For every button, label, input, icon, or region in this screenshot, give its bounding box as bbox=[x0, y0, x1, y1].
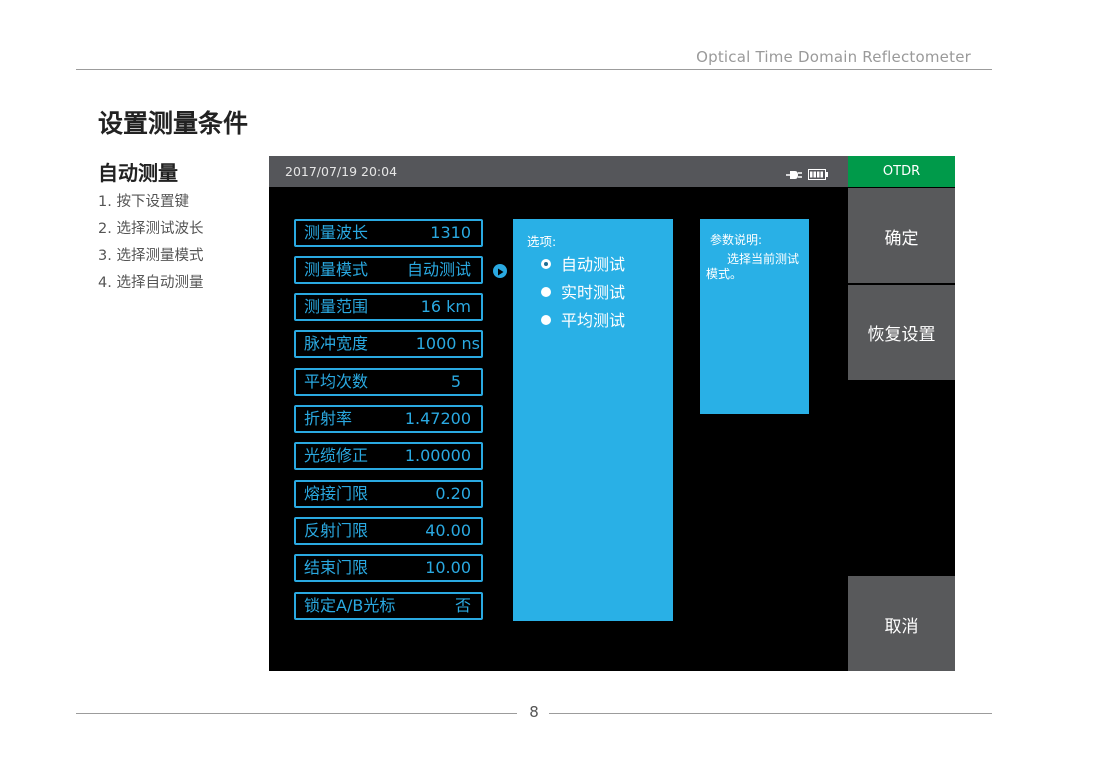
device-screen: 2017/07/19 20:04 OTDR 测量波长 1310 测量模式 自动测… bbox=[269, 156, 955, 671]
options-panel: 选项: 自动测试 实时测试 平均测试 bbox=[513, 219, 673, 621]
param-label: 锁定A/B光标 bbox=[304, 596, 396, 615]
param-wavelength[interactable]: 测量波长 1310 bbox=[294, 219, 483, 247]
param-value: 0.20 bbox=[435, 484, 471, 503]
param-measure-mode[interactable]: 测量模式 自动测试 bbox=[294, 256, 483, 284]
param-label: 反射门限 bbox=[304, 521, 369, 540]
option-label: 自动测试 bbox=[561, 255, 626, 274]
document-header-title: Optical Time Domain Reflectometer bbox=[696, 48, 971, 66]
param-cable-correction[interactable]: 光缆修正 1.00000 bbox=[294, 442, 483, 470]
cancel-button[interactable]: 取消 bbox=[848, 576, 955, 671]
description-panel: 参数说明: 选择当前测试模式。 bbox=[700, 219, 809, 414]
option-realtime-test[interactable]: 实时测试 bbox=[541, 282, 625, 304]
header-divider bbox=[76, 69, 992, 70]
radio-icon bbox=[541, 314, 551, 325]
param-measure-range[interactable]: 测量范围 16 km bbox=[294, 293, 483, 321]
step-item: 2. 选择测试波长 bbox=[98, 221, 204, 237]
param-end-threshold[interactable]: 结束门限 10.00 bbox=[294, 554, 483, 582]
param-value: 否 bbox=[454, 596, 471, 615]
option-label: 实时测试 bbox=[561, 283, 626, 302]
param-value: 16 km bbox=[420, 297, 471, 316]
param-pulse-width[interactable]: 脉冲宽度 1000 ns bbox=[294, 330, 483, 358]
param-value: 5 bbox=[450, 372, 461, 391]
param-refractive-index[interactable]: 折射率 1.47200 bbox=[294, 405, 483, 433]
step-item: 3. 选择测量模式 bbox=[98, 248, 204, 264]
description-title: 参数说明: bbox=[710, 233, 763, 247]
step-item: 4. 选择自动测量 bbox=[98, 275, 204, 291]
param-label: 光缆修正 bbox=[304, 446, 369, 465]
param-reflection-threshold[interactable]: 反射门限 40.00 bbox=[294, 517, 483, 545]
radio-selected-icon bbox=[541, 258, 551, 269]
param-splice-threshold[interactable]: 熔接门限 0.20 bbox=[294, 480, 483, 508]
param-average-count[interactable]: 平均次数 5 bbox=[294, 368, 483, 396]
footer-divider-right bbox=[549, 713, 992, 714]
param-label: 测量范围 bbox=[304, 297, 369, 316]
confirm-button[interactable]: 确定 bbox=[848, 188, 955, 283]
param-value: 10.00 bbox=[425, 558, 471, 577]
param-label: 测量波长 bbox=[304, 223, 369, 242]
step-item: 1. 按下设置键 bbox=[98, 194, 189, 210]
options-title: 选项: bbox=[527, 234, 557, 249]
param-value: 自动测试 bbox=[406, 260, 471, 279]
param-value: 40.00 bbox=[425, 521, 471, 540]
datetime: 2017/07/19 20:04 bbox=[285, 164, 398, 179]
description-text: 选择当前测试模式。 bbox=[706, 252, 800, 281]
option-average-test[interactable]: 平均测试 bbox=[541, 310, 625, 332]
param-label: 折射率 bbox=[304, 409, 353, 428]
battery-icon bbox=[808, 165, 828, 184]
param-label: 熔接门限 bbox=[304, 484, 369, 503]
status-bar: 2017/07/19 20:04 bbox=[269, 156, 848, 187]
section-title: 设置测量条件 bbox=[98, 109, 249, 138]
radio-icon bbox=[541, 286, 551, 297]
plug-icon bbox=[786, 165, 802, 184]
footer-divider-left bbox=[76, 713, 517, 714]
param-lock-ab-cursor[interactable]: 锁定A/B光标 否 bbox=[294, 592, 483, 620]
param-label: 结束门限 bbox=[304, 558, 369, 577]
param-value: 1.47200 bbox=[404, 409, 471, 428]
play-icon bbox=[493, 264, 507, 278]
step-list: 1. 按下设置键 2. 选择测试波长 3. 选择测量模式 4. 选择自动测量 bbox=[98, 189, 203, 297]
param-label: 脉冲宽度 bbox=[304, 334, 369, 353]
subsection-title: 自动测量 bbox=[98, 161, 178, 185]
side-empty-slot bbox=[848, 380, 955, 575]
option-label: 平均测试 bbox=[561, 311, 626, 330]
param-value: 1000 ns bbox=[415, 334, 480, 353]
restore-settings-button[interactable]: 恢复设置 bbox=[848, 285, 955, 380]
param-label: 平均次数 bbox=[304, 372, 369, 391]
param-label: 测量模式 bbox=[304, 260, 369, 279]
param-value: 1.00000 bbox=[404, 446, 471, 465]
page-number: 8 bbox=[529, 703, 539, 721]
option-auto-test[interactable]: 自动测试 bbox=[541, 254, 625, 276]
param-value: 1310 bbox=[430, 223, 471, 242]
tab-otdr[interactable]: OTDR bbox=[848, 156, 955, 187]
